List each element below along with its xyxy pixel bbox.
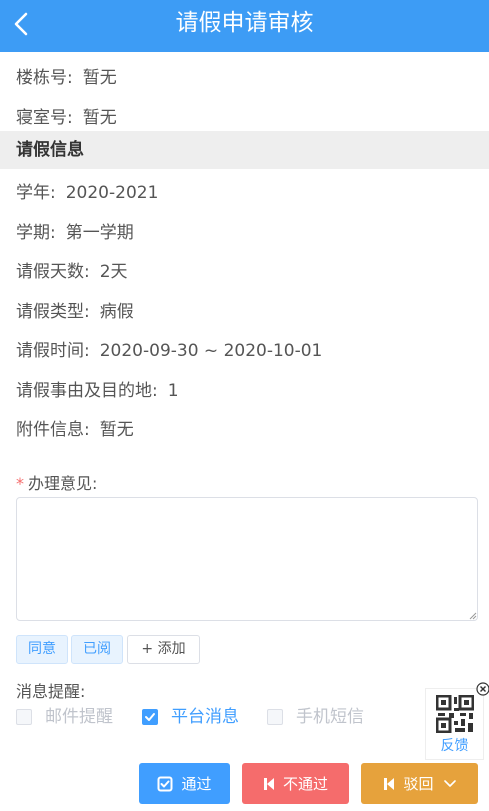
- dorm-value: 暂无: [82, 108, 117, 128]
- building-label: 楼栋号:: [16, 68, 73, 88]
- required-mark: *: [16, 474, 24, 493]
- close-icon[interactable]: [476, 682, 489, 696]
- checkbox-email[interactable]: 邮件提醒: [16, 707, 113, 727]
- leave-type-row: 请假类型: 病假: [16, 300, 134, 324]
- reject-button[interactable]: 不通过: [242, 763, 349, 804]
- dorm-label: 寝室号:: [16, 108, 73, 128]
- app-header: 请假申请审核: [0, 0, 489, 52]
- leave-time-label: 请假时间:: [16, 341, 90, 361]
- semester-value: 第一学期: [65, 223, 134, 243]
- add-tag-button[interactable]: + 添加: [127, 635, 200, 664]
- step-back-icon: [263, 777, 274, 790]
- leave-days-label: 请假天数:: [16, 262, 90, 282]
- opinion-label: * 办理意见:: [16, 473, 97, 495]
- pass-button[interactable]: 通过: [139, 763, 230, 804]
- checkbox-box[interactable]: [267, 709, 283, 725]
- semester-label: 学期:: [16, 223, 56, 243]
- school-year-row: 学年: 2020-2021: [16, 181, 158, 205]
- pass-label: 通过: [181, 775, 212, 793]
- check-square-icon: [157, 776, 173, 791]
- return-button[interactable]: 驳回: [361, 763, 478, 804]
- school-year-value: 2020-2021: [65, 183, 159, 203]
- section-title: 请假信息: [16, 140, 84, 160]
- checkbox-box[interactable]: [142, 709, 158, 725]
- checkbox-box[interactable]: [16, 709, 32, 725]
- qr-code-icon: [436, 695, 474, 733]
- check-icon: [145, 713, 155, 721]
- step-back-icon: [384, 777, 395, 790]
- quick-tag-read[interactable]: 已阅: [71, 635, 123, 664]
- leave-days-row: 请假天数: 2天: [16, 260, 128, 284]
- opinion-textarea[interactable]: [16, 497, 478, 621]
- building-row: 楼栋号: 暂无: [16, 66, 117, 90]
- leave-time-row: 请假时间: 2020-09-30 ~ 2020-10-01: [16, 339, 322, 363]
- attachment-label: 附件信息:: [16, 420, 90, 440]
- checkbox-sms[interactable]: 手机短信: [267, 707, 364, 727]
- leave-reason-label: 请假事由及目的地:: [16, 381, 158, 401]
- semester-row: 学期: 第一学期: [16, 221, 134, 245]
- resize-grip-icon[interactable]: [469, 612, 477, 620]
- chevron-down-icon: [443, 779, 456, 787]
- building-value: 暂无: [82, 68, 117, 88]
- opinion-label-text: 办理意见:: [28, 474, 98, 493]
- feedback-widget[interactable]: 反馈: [425, 688, 484, 760]
- leave-type-value: 病假: [99, 302, 134, 322]
- checkbox-label: 平台消息: [171, 707, 239, 727]
- checkbox-label: 手机短信: [296, 707, 364, 727]
- reminder-label: 消息提醒:: [16, 682, 86, 701]
- leave-info-section: 请假信息: [0, 131, 489, 169]
- dorm-row: 寝室号: 暂无: [16, 106, 117, 130]
- leave-reason-value: 1: [167, 381, 179, 401]
- attachment-row: 附件信息: 暂无: [16, 418, 134, 442]
- checkbox-label: 邮件提醒: [45, 707, 113, 727]
- leave-days-value: 2天: [99, 262, 128, 282]
- page-title: 请假申请审核: [175, 10, 314, 36]
- checkbox-platform[interactable]: 平台消息: [142, 707, 239, 727]
- reject-label: 不通过: [282, 775, 328, 793]
- return-label: 驳回: [403, 775, 434, 793]
- leave-reason-row: 请假事由及目的地: 1: [16, 379, 179, 403]
- quick-tag-agree[interactable]: 同意: [16, 635, 68, 664]
- leave-time-value: 2020-09-30 ~ 2020-10-01: [99, 341, 323, 361]
- feedback-label: 反馈: [440, 738, 469, 754]
- leave-type-label: 请假类型:: [16, 302, 90, 322]
- school-year-label: 学年:: [16, 183, 56, 203]
- attachment-value: 暂无: [99, 420, 134, 440]
